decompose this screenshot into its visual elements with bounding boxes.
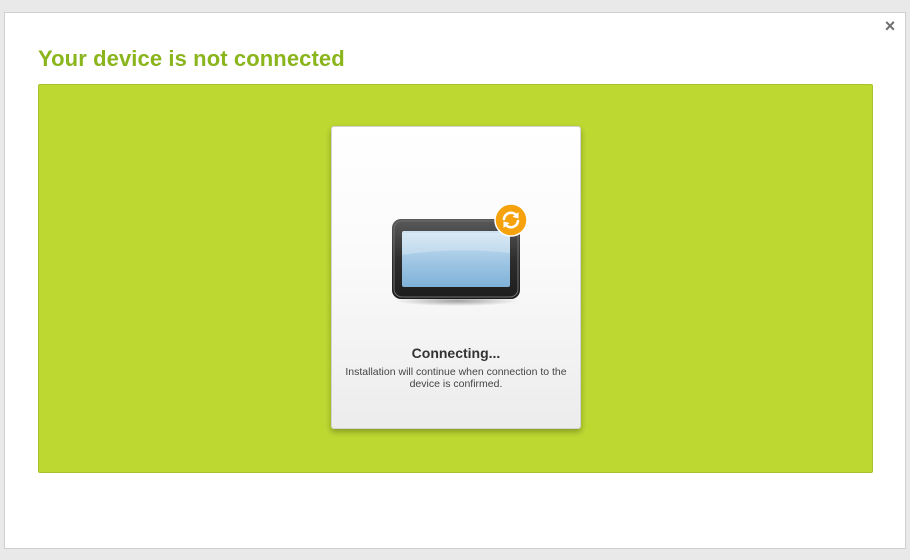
sync-icon (494, 203, 528, 237)
connecting-card: Connecting... Installation will continue… (331, 126, 581, 429)
dialog-title: Your device is not connected (38, 46, 345, 71)
connecting-heading: Connecting... (411, 345, 501, 361)
status-panel: Connecting... Installation will continue… (38, 84, 873, 473)
connecting-description: Installation will continue when connecti… (345, 366, 567, 390)
connection-dialog: × Your device is not connected Connectin… (4, 12, 906, 549)
close-icon[interactable]: × (881, 17, 899, 35)
